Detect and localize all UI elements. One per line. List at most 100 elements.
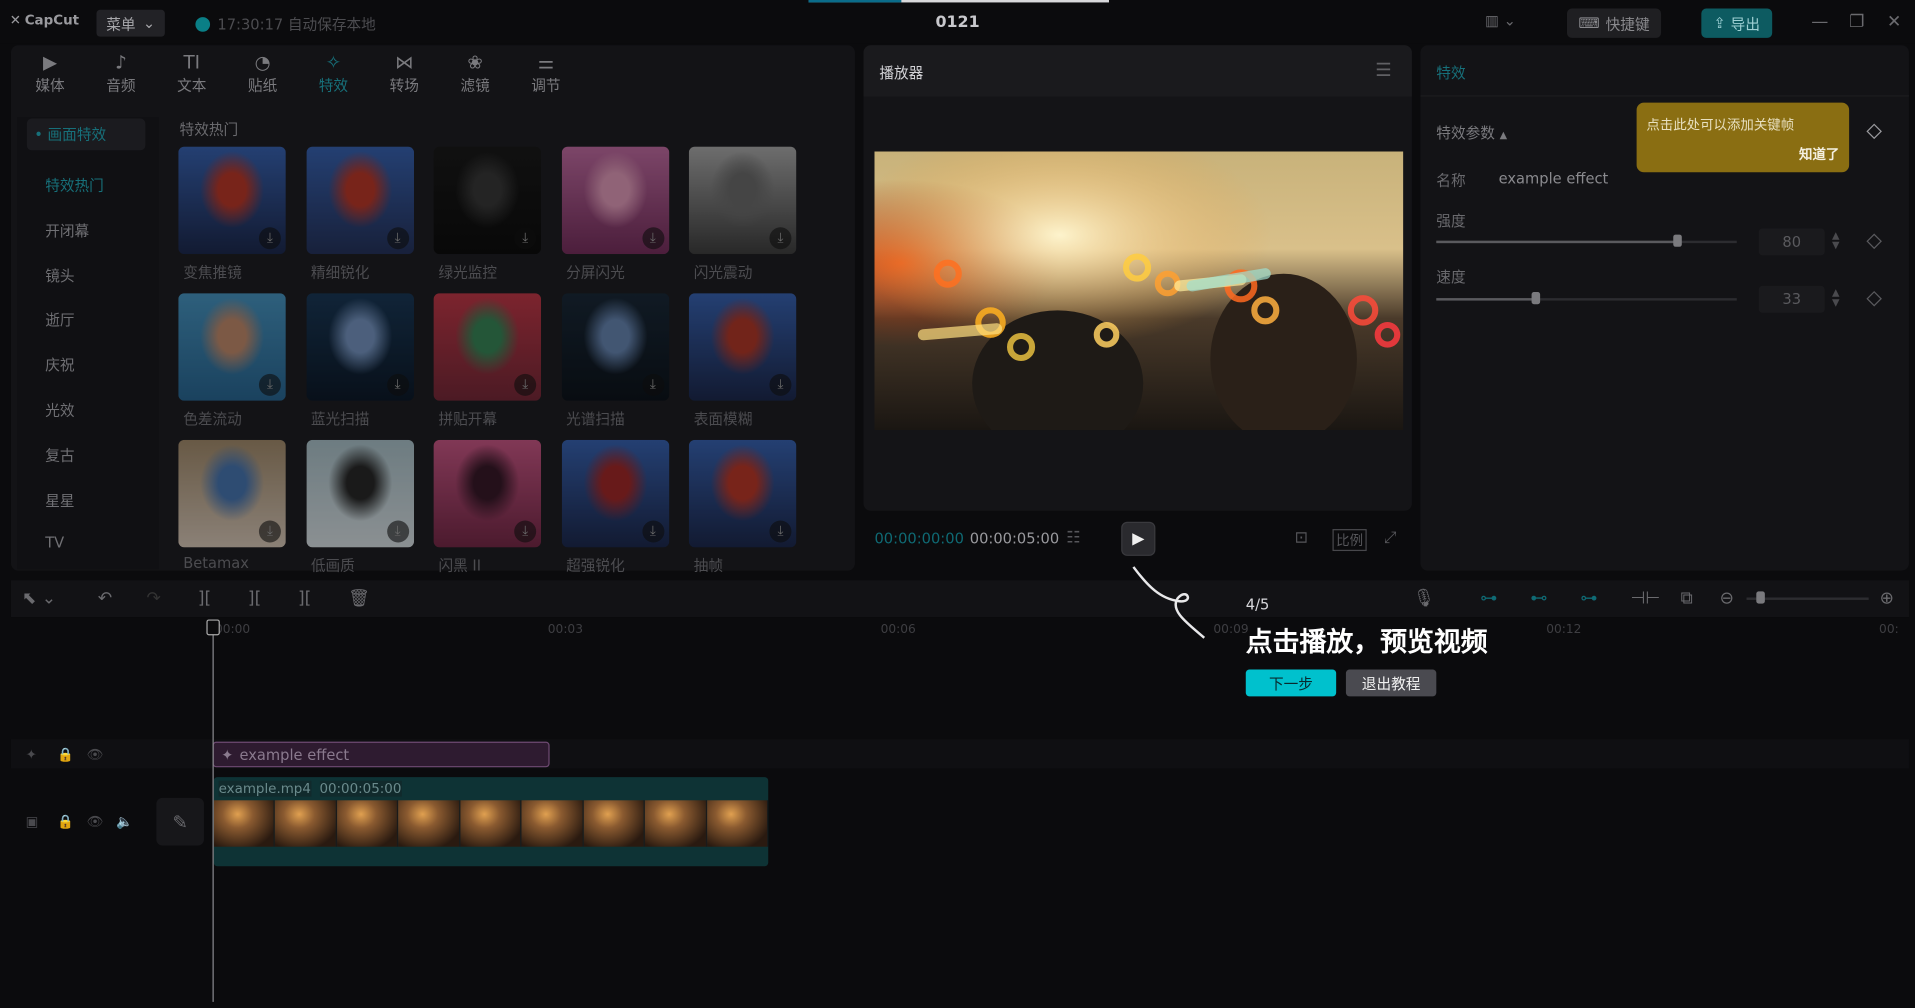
tab-transition[interactable]: ⋈ 转场 [369,49,440,98]
minimize-icon[interactable]: — [1811,12,1828,32]
snap-icon[interactable]: ⊶ [1580,589,1597,609]
split-icon[interactable]: ][ [198,589,211,609]
effect-thumbnail[interactable]: ⤓ [561,146,669,255]
tab-text[interactable]: TI 文本 [156,49,227,98]
tab-sticker[interactable]: ◔ 贴纸 [227,49,298,98]
playhead[interactable] [212,620,214,1002]
category-item[interactable]: 镜头 [45,265,74,286]
shortcut-button[interactable]: ⌨ 快捷键 [1566,8,1662,38]
eye-icon[interactable]: 👁 [87,747,104,763]
tab-effects[interactable]: ✧ 特效 [298,49,369,98]
waveform-icon[interactable]: ☷ [1066,529,1080,547]
category-section[interactable]: • 画面特效 [26,118,146,151]
category-item[interactable]: 特效热门 [45,175,104,196]
effect-thumbnail[interactable]: ⤓ [688,293,797,401]
effect-params-section[interactable]: 特效参数 ▲ [1436,122,1507,143]
strength-slider-handle[interactable] [1673,234,1682,247]
download-icon[interactable]: ⤓ [641,373,664,396]
download-icon[interactable]: ⤓ [386,373,409,396]
download-icon[interactable]: ⤓ [386,227,409,250]
tutorial-exit-button[interactable]: 退出教程 [1345,669,1437,697]
strength-input[interactable]: 80 [1758,228,1825,256]
zoom-out-icon[interactable]: ⊖ [1720,589,1734,609]
fullscreen-icon[interactable]: ⤢ [1384,529,1397,547]
zoom-slider-handle[interactable] [1756,591,1765,604]
download-icon[interactable]: ⤓ [258,227,281,250]
effect-label: 表面模糊 [693,410,753,428]
download-icon[interactable]: ⤓ [514,373,537,396]
speed-input[interactable]: 33 [1758,285,1825,313]
playhead-handle[interactable] [206,619,220,636]
effect-thumbnail[interactable]: ⤓ [688,146,797,255]
effect-thumbnail[interactable]: ⤓ [178,146,286,255]
split-track-icon[interactable]: ⊣⊢ [1631,589,1661,609]
speed-stepper-icon[interactable]: ▲ ▼ [1832,288,1840,308]
effect-thumbnail[interactable]: ⤓ [305,293,414,401]
effect-thumbnail[interactable]: ⤓ [433,146,542,255]
restore-icon[interactable]: ❐ [1849,12,1864,32]
export-button[interactable]: ⇪ 导出 [1701,8,1773,38]
video-clip[interactable]: example.mp4 00:00:05:00 [213,777,769,867]
zoom-in-icon[interactable]: ⊕ [1880,589,1894,609]
magnet-icon[interactable]: ⊷ [1530,589,1547,609]
download-icon[interactable]: ⤓ [641,227,664,250]
video-lock-icon[interactable]: 🔒 [57,814,74,830]
category-item[interactable]: 逝厅 [45,310,74,331]
download-icon[interactable]: ⤓ [386,520,409,543]
effect-clip[interactable]: ✦ example effect [212,741,550,768]
tab-filter[interactable]: ❀ 滤镜 [440,49,511,98]
effect-thumbnail[interactable]: ⤓ [688,439,797,548]
tab-media[interactable]: ▶ 媒体 [15,49,86,98]
tab-label: 媒体 [35,76,65,94]
category-item[interactable]: TV [45,534,64,551]
delete-icon[interactable]: 🗑 [348,589,370,609]
effect-thumbnail[interactable]: ⤓ [305,146,414,255]
tutorial-title: 点击播放，预览视频 [1245,628,1488,659]
close-icon[interactable]: ✕ [1887,12,1901,32]
category-item[interactable]: 星星 [45,489,74,510]
screenshot-icon[interactable]: ⊡ [1295,529,1308,547]
hamburger-menu-icon[interactable]: ☰ [1375,59,1391,81]
tooltip-ok-button[interactable]: 知道了 [1799,144,1839,164]
layout-button[interactable]: ▥ ⌄ [1485,12,1516,29]
effect-thumbnail[interactable]: ⤓ [178,293,286,401]
trim-right-icon[interactable]: ][ [298,589,311,609]
trim-left-icon[interactable]: ][ [248,589,261,609]
edit-cover-button[interactable]: ✎ [156,797,204,846]
effect-thumbnail[interactable]: ⤓ [561,293,669,401]
undo-icon[interactable]: ↶ [98,589,112,609]
play-button[interactable]: ▶ [1121,521,1156,556]
download-icon[interactable]: ⤓ [258,373,281,396]
tutorial-next-button[interactable]: 下一步 [1245,669,1337,697]
download-icon[interactable]: ⤓ [769,373,792,396]
transition-icon: ⋈ [395,50,414,73]
lock-icon[interactable]: 🔒 [57,747,74,763]
ratio-button[interactable]: 比例 [1332,529,1367,552]
video-eye-icon[interactable]: 👁 [87,814,104,830]
category-item[interactable]: 复古 [45,444,74,465]
category-item[interactable]: 光效 [45,400,74,421]
microphone-icon[interactable]: 🎙 [1413,589,1435,609]
download-icon[interactable]: ⤓ [514,227,537,250]
tab-audio[interactable]: ♪ 音频 [85,49,156,98]
download-icon[interactable]: ⤓ [641,520,664,543]
effect-thumbnail[interactable]: ⤓ [305,439,414,548]
select-cursor-icon[interactable]: ⬉ ⌄ [22,589,56,609]
strength-stepper-icon[interactable]: ▲ ▼ [1832,230,1840,251]
effect-thumbnail[interactable]: ⤓ [433,293,542,401]
category-item[interactable]: 开闭幕 [45,220,89,241]
speed-slider-handle[interactable] [1531,292,1541,305]
tab-adjust[interactable]: ⚌ 调节 [511,49,582,98]
effect-thumbnail[interactable]: ⤓ [561,439,669,548]
link-clips-icon[interactable]: ⊶ [1480,589,1497,609]
download-icon[interactable]: ⤓ [258,520,281,543]
redo-icon[interactable]: ↷ [147,589,161,609]
speaker-icon[interactable]: 🔈 [116,814,133,830]
preview-axis-icon[interactable]: ⧉ [1681,589,1693,609]
download-icon[interactable]: ⤓ [514,520,537,543]
category-item[interactable]: 庆祝 [45,355,74,376]
download-icon[interactable]: ⤓ [769,227,792,250]
effect-thumbnail[interactable]: ⤓ [433,439,542,548]
download-icon[interactable]: ⤓ [769,520,792,543]
effect-thumbnail[interactable]: ⤓ [178,439,286,548]
